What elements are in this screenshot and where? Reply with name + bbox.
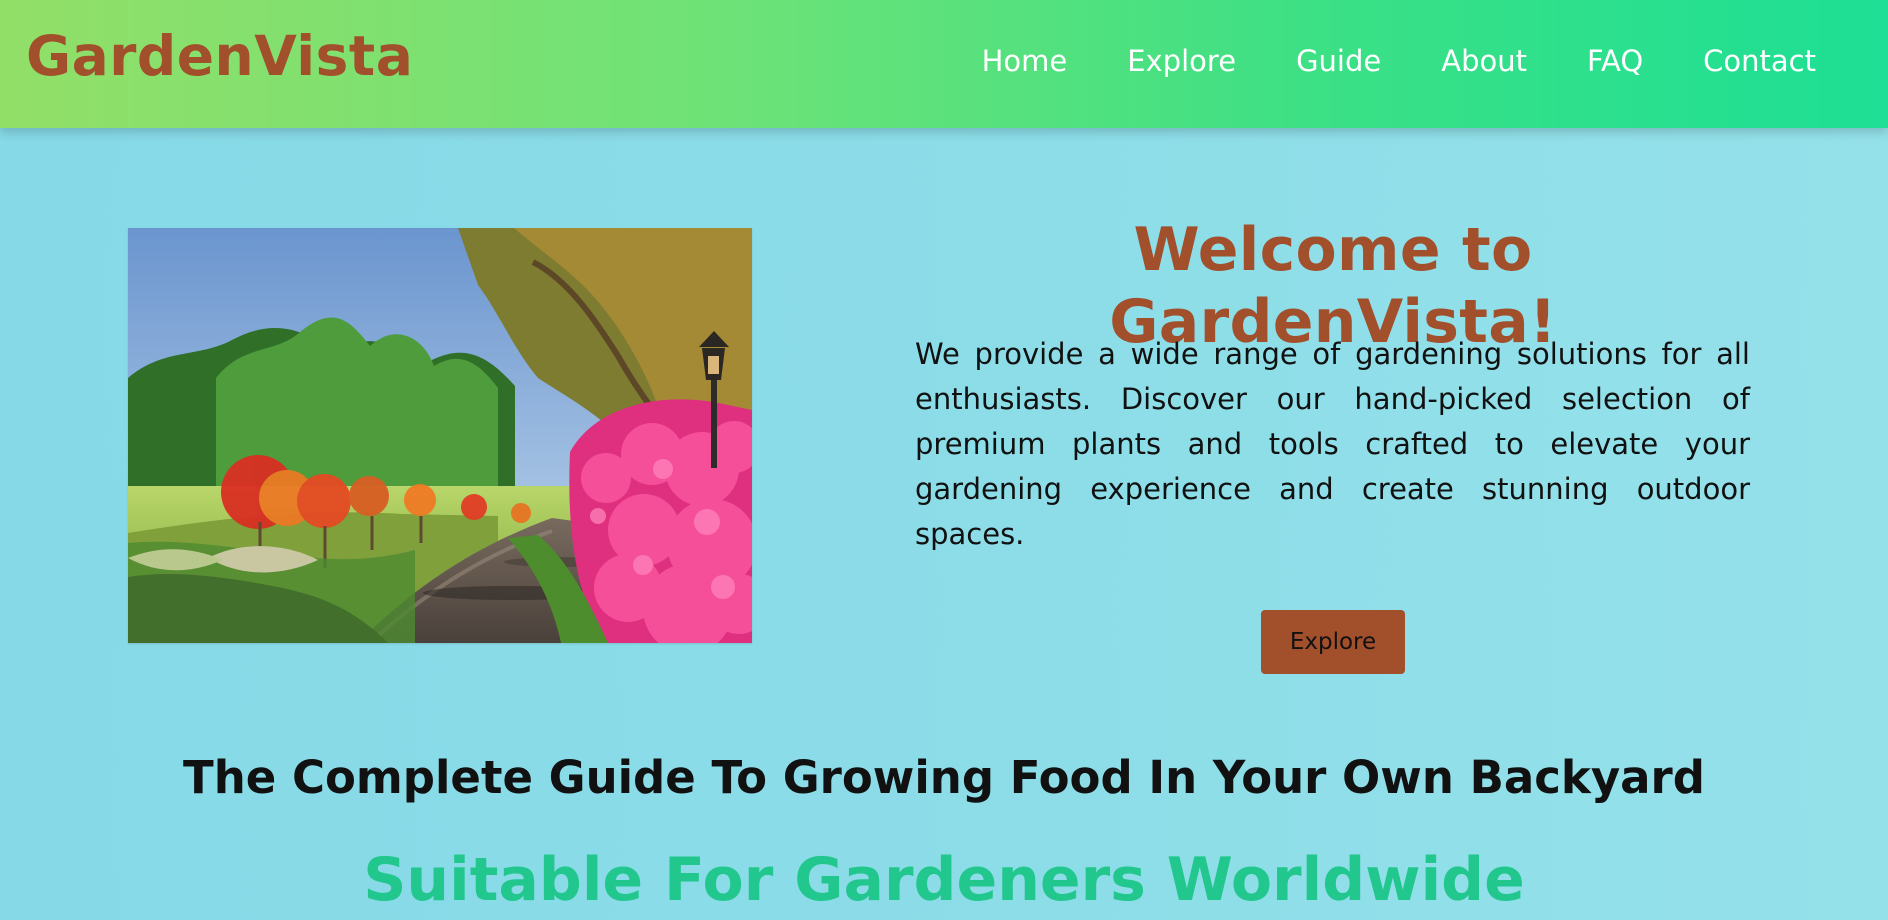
nav-faq[interactable]: FAQ [1587,44,1643,78]
guide-subheading: Suitable For Gardeners Worldwide [363,845,1525,915]
nav-guide[interactable]: Guide [1296,44,1381,78]
garden-path-photo [128,228,752,643]
main-nav: Home Explore Guide About FAQ Contact [982,44,1816,78]
welcome-description: We provide a wide range of gardening sol… [915,337,1750,551]
site-logo[interactable]: GardenVista [26,24,413,88]
top-navigation: GardenVista Home Explore Guide About FAQ… [0,0,1888,128]
nav-about[interactable]: About [1441,44,1527,78]
nav-explore[interactable]: Explore [1127,44,1236,78]
garden-path-photo-svg [128,228,752,643]
explore-button[interactable]: Explore [1261,610,1405,674]
guide-heading: The Complete Guide To Growing Food In Yo… [183,751,1705,804]
nav-contact[interactable]: Contact [1703,44,1816,78]
nav-home[interactable]: Home [982,44,1068,78]
